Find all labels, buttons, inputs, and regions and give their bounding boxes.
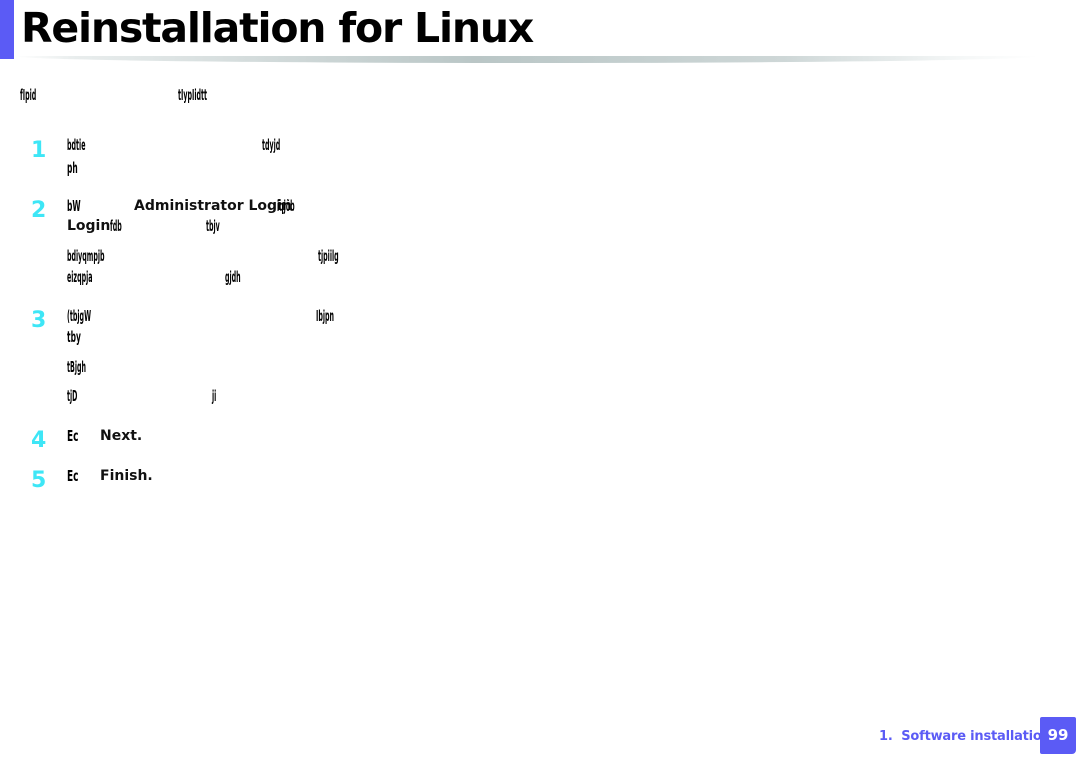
step-text-fragment: Ec — [67, 467, 79, 485]
step-text-fragment: tbjv — [206, 217, 220, 235]
step-text-fragment: ph — [67, 159, 78, 177]
step-text-fragment: Ec — [67, 427, 79, 445]
footer-section-link[interactable]: 1. Software installation — [879, 728, 1051, 746]
step-text-fragment: bW — [67, 197, 81, 215]
step-text-fragment: fdb — [110, 217, 122, 235]
ui-term-next: Next. — [100, 428, 143, 444]
title-underline — [14, 56, 1040, 63]
step-text-fragment: gjdh — [225, 268, 241, 286]
step-text-fragment: tjpiilg — [318, 247, 339, 265]
intro-text-fragment: fIpid — [20, 86, 37, 104]
step-number: 4 — [31, 428, 47, 453]
step-text-fragment: bdiyqmpjb — [67, 247, 105, 265]
step-text-fragment: eizqpja — [67, 268, 93, 286]
step-number: 3 — [31, 308, 47, 333]
step-text-fragment: (tbjgW — [67, 307, 92, 325]
intro-text-fragment: tIypIidtt — [178, 86, 208, 104]
step-text-fragment: tjD — [67, 387, 78, 405]
step-text-fragment: ji — [212, 387, 217, 405]
ui-term-administrator-login: Administrator Login — [134, 198, 292, 214]
step-number: 1 — [31, 138, 47, 163]
title-accent-bar — [0, 0, 14, 59]
page-title: Reinstallation for Linux — [21, 4, 534, 52]
step-number: 2 — [31, 198, 47, 223]
page-number-badge: 99 — [1040, 717, 1076, 754]
ui-term-finish: Finish. — [100, 468, 153, 484]
step-text-fragment: bdtie — [67, 136, 86, 154]
ui-term-login: Login — [67, 218, 111, 234]
step-text-fragment: Ibjpn — [316, 307, 335, 325]
step-number: 5 — [31, 468, 47, 493]
step-text-fragment: tby — [67, 328, 81, 346]
step-text-fragment: iqjõb — [277, 197, 295, 215]
step-text-fragment: tBjgh — [67, 358, 86, 376]
step-text-fragment: tdyjd — [262, 136, 281, 154]
